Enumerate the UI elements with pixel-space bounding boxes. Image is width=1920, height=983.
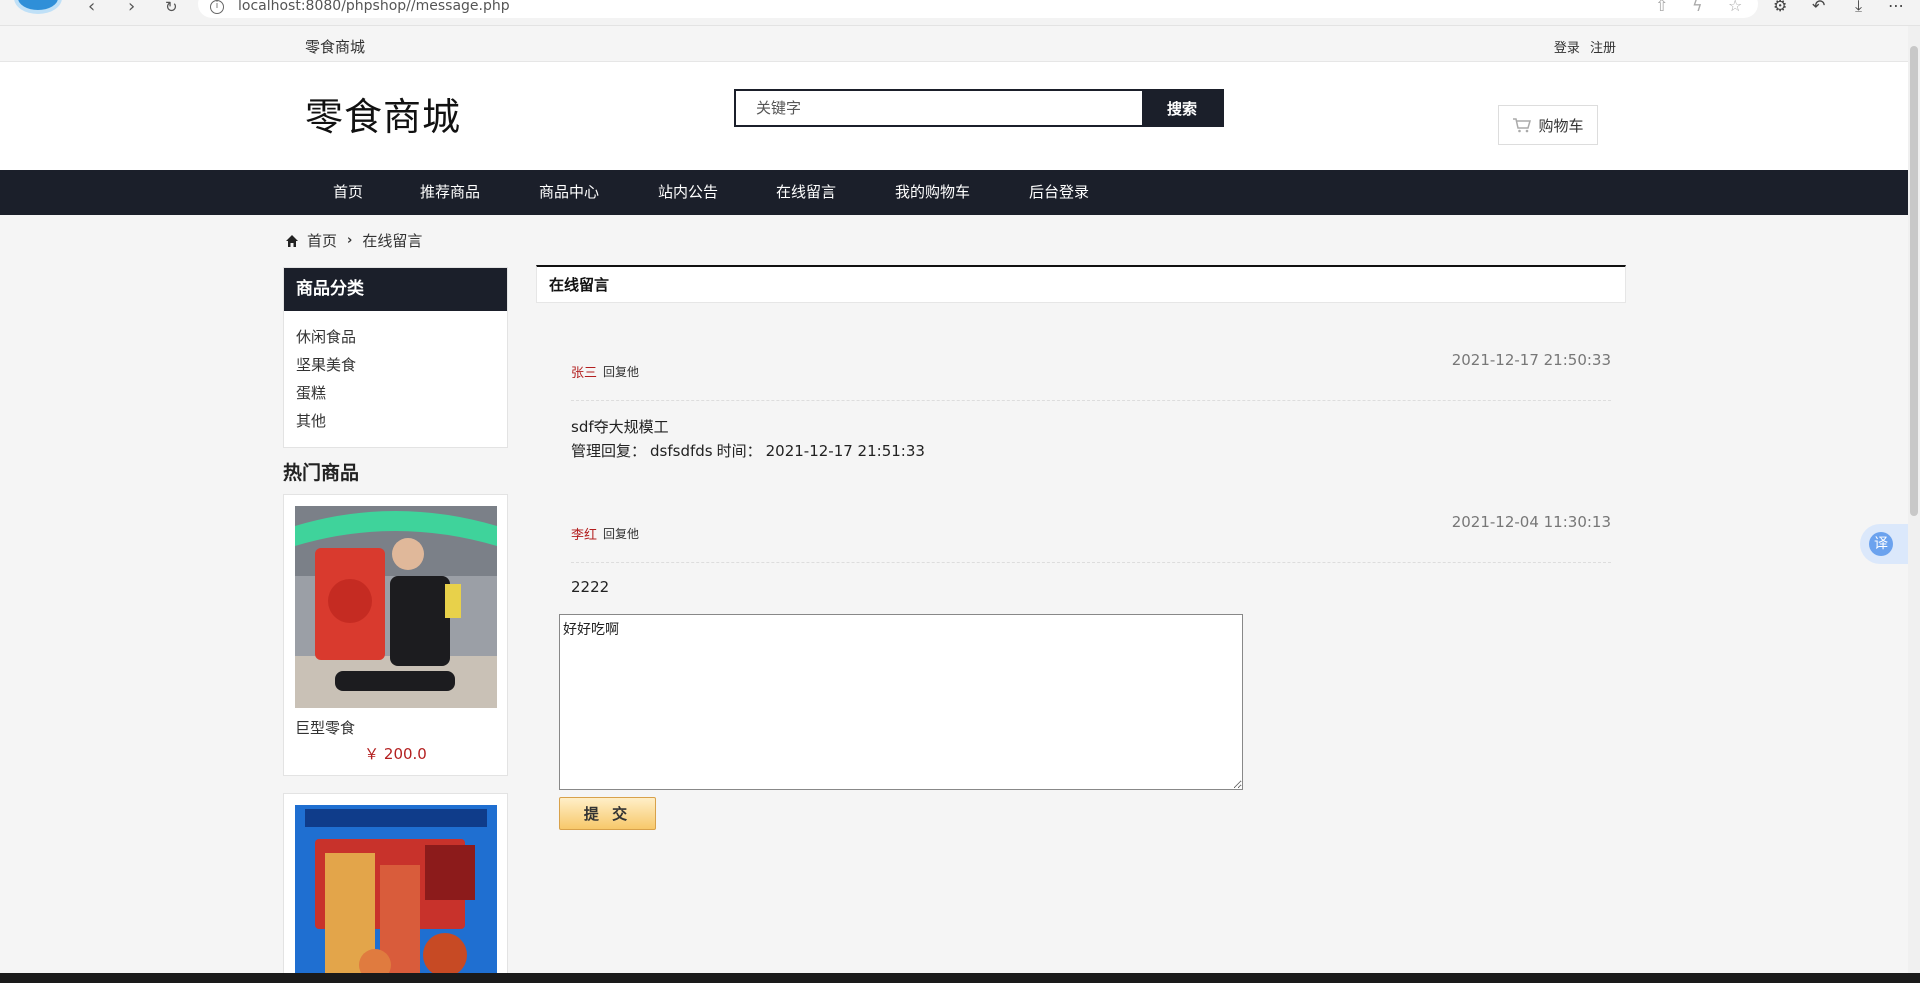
hot-products-title: 热门商品: [283, 462, 360, 484]
register-link[interactable]: 注册: [1590, 41, 1616, 56]
admin-time: 2021-12-17 21:51:33: [765, 442, 925, 460]
search-input[interactable]: [736, 91, 1142, 125]
url-text[interactable]: localhost:8080/phpshop//message.php: [238, 0, 510, 13]
message-content: sdf夺大规模工: [571, 418, 669, 436]
product-image[interactable]: [295, 805, 497, 983]
message-author: 张三: [571, 366, 598, 381]
top-brand[interactable]: 零食商城: [305, 36, 365, 57]
category-item[interactable]: 坚果美食: [296, 351, 507, 379]
breadcrumb: 首页 › 在线留言: [285, 230, 422, 251]
admin-reply-text: dsfsdfds: [650, 442, 713, 460]
breadcrumb-current: 在线留言: [362, 232, 423, 250]
nav-messages[interactable]: 在线留言: [776, 170, 836, 215]
lightning-icon[interactable]: ϟ: [1692, 0, 1703, 14]
message-content: 2222: [571, 578, 610, 596]
extensions-icon[interactable]: ⚙: [1773, 0, 1787, 14]
product-card[interactable]: [283, 793, 508, 983]
top-bar: 零食商城 登录 注册: [0, 26, 1908, 62]
message-textarea[interactable]: [559, 614, 1243, 790]
message-time: 2021-12-04 11:30:13: [1451, 513, 1611, 531]
reply-link[interactable]: 回复他: [603, 525, 639, 542]
search-form: 搜索: [734, 89, 1224, 127]
product-price: ￥ 200.0: [364, 745, 427, 763]
reload-icon[interactable]: ↻: [165, 0, 178, 15]
cart-button[interactable]: 购物车: [1498, 105, 1598, 145]
home-icon: [286, 234, 298, 247]
category-list: 休闲食品 坚果美食 蛋糕 其他: [284, 311, 507, 435]
submit-button[interactable]: 提 交: [559, 797, 656, 830]
more-icon[interactable]: ⋯: [1888, 0, 1904, 14]
message-author: 李红: [571, 528, 598, 543]
divider: [571, 562, 1611, 563]
translate-icon: 译: [1869, 532, 1893, 556]
undo-icon[interactable]: ↶: [1812, 0, 1825, 14]
nav-my-cart[interactable]: 我的购物车: [895, 170, 970, 215]
browser-toolbar: ‹ › ↻ i localhost:8080/phpshop//message.…: [0, 0, 1920, 26]
category-item[interactable]: 蛋糕: [296, 379, 507, 407]
category-item[interactable]: 休闲食品: [296, 323, 507, 351]
admin-reply: 管理回复： dsfsdfds 时间： 2021-12-17 21:51:33: [571, 440, 929, 461]
login-link[interactable]: 登录: [1554, 41, 1580, 56]
category-title: 商品分类: [284, 268, 507, 311]
product-name[interactable]: 巨型零食: [295, 717, 355, 738]
section-title: 在线留言: [536, 265, 1626, 303]
admin-reply-label: 管理回复：: [571, 442, 647, 460]
nav-recommended[interactable]: 推荐商品: [420, 170, 480, 215]
account-links: 登录 注册: [1548, 37, 1616, 56]
breadcrumb-home[interactable]: 首页: [307, 230, 337, 251]
category-panel: 商品分类 休闲食品 坚果美食 蛋糕 其他: [283, 267, 508, 448]
nav-home[interactable]: 首页: [333, 170, 363, 215]
chevron-right-icon: ›: [347, 233, 353, 248]
translate-button[interactable]: 译: [1860, 524, 1908, 564]
admin-time-label: 时间：: [716, 442, 762, 460]
page-scrollbar[interactable]: [1908, 26, 1920, 973]
site-info-icon[interactable]: i: [210, 0, 224, 14]
product-card[interactable]: 巨型零食 ￥ 200.0: [283, 494, 508, 776]
bottom-bar: [0, 973, 1920, 983]
cart-label: 购物车: [1538, 116, 1584, 135]
divider: [571, 400, 1611, 401]
message-time: 2021-12-17 21:50:33: [1451, 351, 1611, 369]
category-item[interactable]: 其他: [296, 407, 507, 435]
back-icon[interactable]: ‹: [88, 0, 95, 16]
reply-link[interactable]: 回复他: [603, 363, 639, 380]
cart-icon: [1513, 118, 1532, 133]
download-icon[interactable]: ⤓: [1855, 0, 1862, 14]
share-icon[interactable]: ⇧: [1655, 0, 1668, 14]
browser-logo-icon: [14, 0, 62, 14]
scrollbar-thumb[interactable]: [1910, 46, 1918, 516]
site-title[interactable]: 零食商城: [305, 86, 461, 141]
nav-announcements[interactable]: 站内公告: [658, 170, 718, 215]
favorite-star-icon[interactable]: ☆: [1728, 0, 1742, 14]
search-button[interactable]: 搜索: [1142, 91, 1222, 125]
forward-icon[interactable]: ›: [128, 0, 135, 16]
main-nav: 首页 推荐商品 商品中心 站内公告 在线留言 我的购物车 后台登录: [0, 170, 1908, 215]
product-image[interactable]: [295, 506, 497, 708]
site-header: 零食商城 搜索 购物车: [0, 62, 1908, 170]
nav-admin-login[interactable]: 后台登录: [1029, 170, 1089, 215]
nav-products[interactable]: 商品中心: [539, 170, 599, 215]
